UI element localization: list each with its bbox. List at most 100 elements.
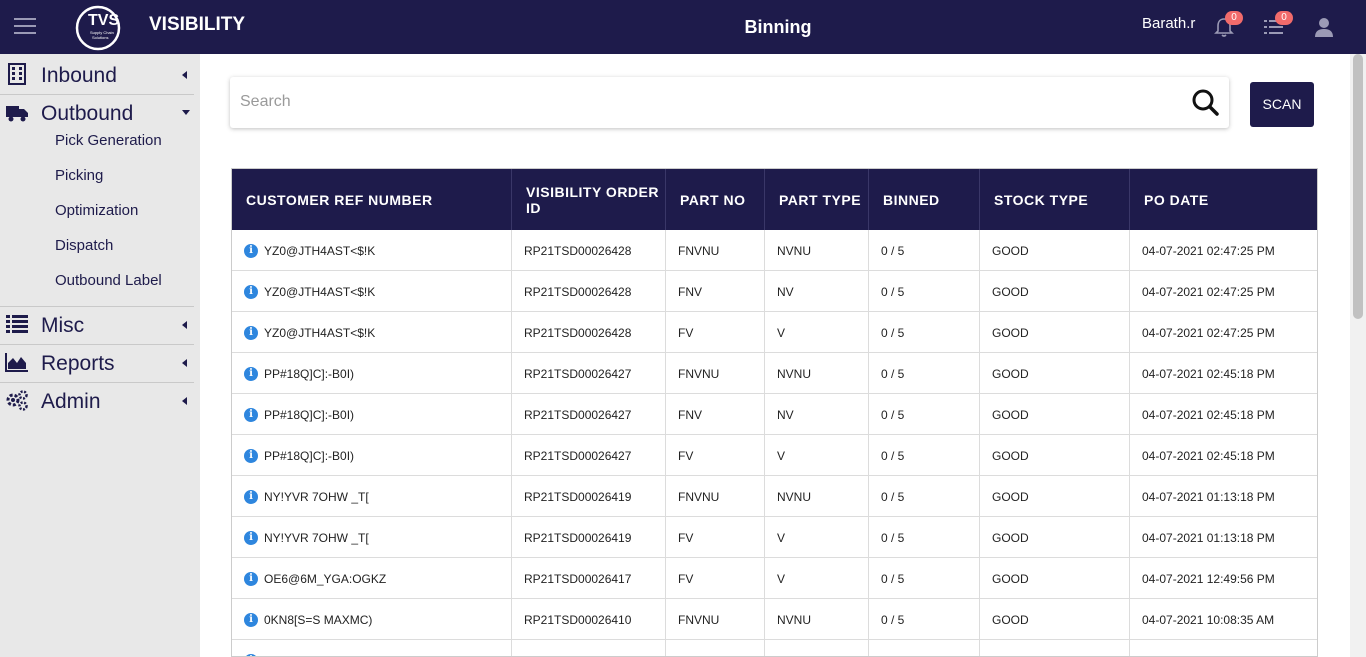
chevron-left-icon (182, 321, 187, 329)
info-icon[interactable]: i (244, 612, 258, 627)
building-icon (8, 63, 26, 85)
sidebar-subitem-optimization[interactable]: Optimization (55, 202, 138, 219)
info-icon[interactable]: i (244, 284, 258, 299)
cell-text: 04-07-2021 12:49:56 PM (1142, 571, 1275, 586)
column-header-binned[interactable]: BINNED (869, 169, 980, 230)
cell-text: NVNU (777, 612, 812, 627)
sidebar-item-label: Inbound (41, 64, 117, 87)
tvs-logo: TVS Supply Chain Solutions (75, 5, 121, 51)
sidebar-item-misc[interactable]: Misc (0, 307, 196, 343)
cell-stock-type: GOOD (980, 353, 1130, 394)
cell-text: 04-07-2021 02:45:18 PM (1142, 448, 1275, 463)
column-header-part-no[interactable]: PART NO (666, 169, 765, 230)
table-row[interactable]: i OE6@6M_YGA:OGKZ RP21TSD00026417 FV V 0 / 5 G… (232, 558, 1317, 599)
sidebar-item-outbound[interactable]: Outbound (0, 95, 196, 131)
scrollbar-thumb[interactable] (1353, 54, 1363, 319)
cell-text: 0 / 5 (881, 654, 904, 657)
cell-text: RP21TSD00026428 (524, 325, 632, 340)
sidebar-subitem-pick-generation[interactable]: Pick Generation (55, 132, 162, 149)
user-name[interactable]: Barath.r (1142, 15, 1195, 32)
cell-stock-type: GOOD (980, 599, 1130, 640)
cell-text: RP21TSD00026428 (524, 284, 632, 299)
table-row[interactable]: i PP#18Q]C]:-B0I) RP21TSD00026427 FNV NV 0 / … (232, 394, 1317, 435)
table-row[interactable]: i PP#18Q]C]:-B0I) RP21TSD00026427 FV V 0 / 5 G… (232, 435, 1317, 476)
column-header-customer-ref[interactable]: CUSTOMER REF NUMBER (232, 169, 512, 230)
column-header-visibility-order-id[interactable]: VISIBILITY ORDER ID (512, 169, 666, 230)
info-icon[interactable]: i (244, 366, 258, 381)
table-row[interactable]: i 0KN8[S=S MAXMC) RP21TSD00026410 FNV NV 0 / … (232, 640, 1317, 657)
sidebar-subitem-picking[interactable]: Picking (55, 167, 103, 184)
sidebar-subitem-outbound-label[interactable]: Outbound Label (55, 272, 162, 289)
svg-text:Solutions: Solutions (92, 35, 108, 40)
cell-text: FNV (678, 284, 702, 299)
info-icon[interactable]: i (244, 571, 258, 586)
table-row[interactable]: i NY!YVR 7OHW _T[RP21TSD00026419 FNVNU NVNU… (232, 476, 1317, 517)
cell-customer-ref: i PP#18Q]C]:-B0I) (232, 353, 512, 394)
cell-text: GOOD (992, 448, 1029, 463)
cell-po-date: 04-07-2021 10:08:35 AM (1130, 640, 1317, 657)
table-row[interactable]: i NY!YVR 7OHW _T[RP21TSD00026419 FV V 0 / 5 G… (232, 517, 1317, 558)
cell-text: 0 / 5 (881, 366, 905, 381)
cell-part-type: V (765, 435, 869, 476)
table-row[interactable]: i 0KN8[S=S MAXMC) RP21TSD00026410 FNVNU NVNU… (232, 599, 1317, 640)
user-icon[interactable] (1314, 16, 1334, 38)
search-input[interactable] (240, 89, 1170, 115)
cell-text: PP#18Q]C]:-B0I) (264, 366, 355, 381)
cell-visibility-order-id: RP21TSD00026419 (512, 517, 666, 558)
table-row[interactable]: i PP#18Q]C]:-B0I) RP21TSD00026427 FNVNU NVNU… (232, 353, 1317, 394)
cell-customer-ref: i 0KN8[S=S MAXMC) (232, 599, 512, 640)
cell-text: RP21TSD00026417 (524, 571, 632, 586)
cell-text: RP21TSD00026419 (524, 530, 632, 545)
table-row[interactable]: i YZ0@JTH4AST<$!K RP21TSD00026428 FV V 0 / 5 G… (232, 312, 1317, 353)
cell-visibility-order-id: RP21TSD00026410 (512, 599, 666, 640)
cell-po-date: 04-07-2021 10:08:35 AM (1130, 599, 1317, 640)
task-badge: 0 (1275, 11, 1293, 25)
column-header-stock-type[interactable]: STOCK TYPE (980, 169, 1130, 230)
sidebar-subitem-dispatch[interactable]: Dispatch (55, 237, 113, 254)
scrollbar[interactable] (1350, 54, 1366, 657)
cell-text: 04-07-2021 01:13:18 PM (1142, 489, 1275, 504)
table-row[interactable]: i YZ0@JTH4AST<$!K RP21TSD00026428 FNVNU NVNU… (232, 230, 1317, 271)
cell-text: 04-07-2021 02:45:18 PM (1142, 366, 1275, 381)
info-icon[interactable]: i (244, 489, 258, 504)
table-row[interactable]: i YZ0@JTH4AST<$!K RP21TSD00026428 FNV NV 0 / … (232, 271, 1317, 312)
info-icon[interactable]: i (244, 448, 258, 463)
cell-binned: 0 / 5 (869, 558, 980, 599)
sidebar-item-admin[interactable]: Admin (0, 383, 196, 419)
cell-po-date: 04-07-2021 02:47:25 PM (1130, 230, 1317, 271)
cell-text: RP21TSD00026428 (524, 243, 632, 258)
cell-visibility-order-id: RP21TSD00026419 (512, 476, 666, 517)
cell-text: FNVNU (678, 612, 720, 627)
cell-text: GOOD (992, 654, 1029, 657)
cell-text: FNVNU (678, 366, 720, 381)
info-icon[interactable]: i (244, 407, 258, 422)
page-title: Binning (744, 17, 812, 37)
top-bar: TVS Supply Chain Solutions VISIBILITY Bi… (0, 0, 1366, 54)
chevron-left-icon (182, 397, 187, 405)
sidebar-item-inbound[interactable]: Inbound (0, 57, 196, 93)
cell-text: FNV (678, 407, 702, 422)
search-icon[interactable] (1191, 88, 1219, 116)
cell-text: NVNU (777, 489, 812, 504)
cell-binned: 0 / 5 (869, 517, 980, 558)
cell-stock-type: GOOD (980, 517, 1130, 558)
info-icon[interactable]: i (244, 530, 258, 545)
sidebar-item-label: Misc (41, 314, 85, 337)
cell-part-no: FNVNU (666, 353, 765, 394)
info-icon[interactable]: i (244, 653, 258, 656)
info-icon[interactable]: i (244, 243, 258, 258)
hamburger-menu-icon[interactable] (14, 18, 36, 35)
cell-visibility-order-id: RP21TSD00026428 (512, 230, 666, 271)
cell-part-no: FNV (666, 394, 765, 435)
info-icon[interactable]: i (244, 325, 258, 340)
sidebar-item-reports[interactable]: Reports (0, 345, 196, 381)
cell-visibility-order-id: RP21TSD00026427 (512, 394, 666, 435)
cell-text: YZ0@JTH4AST<$!K (264, 325, 376, 340)
cell-stock-type: GOOD (980, 558, 1130, 599)
cell-text: NVNU (777, 366, 812, 381)
scan-button[interactable]: SCAN (1250, 82, 1314, 127)
cell-text: 0 / 5 (881, 530, 905, 545)
column-header-part-type[interactable]: PART TYPE (765, 169, 869, 230)
cell-binned: 0 / 5 (869, 312, 980, 353)
column-header-po-date[interactable]: PO DATE (1130, 169, 1317, 230)
